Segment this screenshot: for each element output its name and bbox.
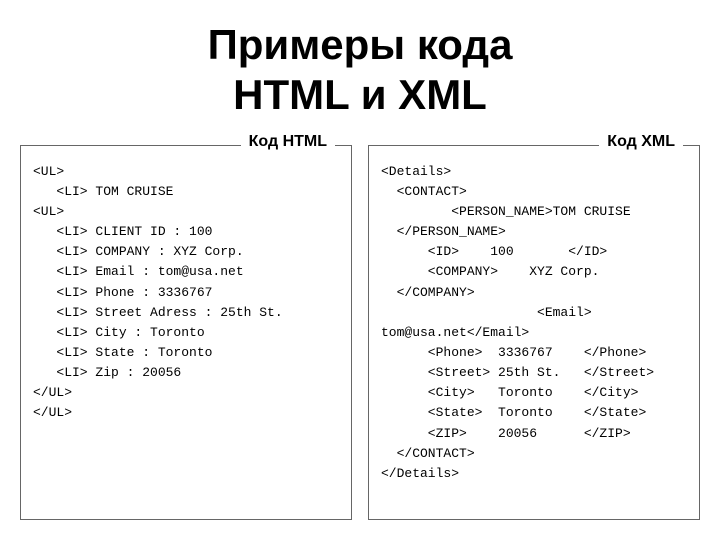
xml-code: <Details> <CONTACT> <PERSON_NAME>TOM CRU… — [381, 162, 687, 484]
xml-panel: Код XML <Details> <CONTACT> <PERSON_NAME… — [368, 145, 700, 520]
panels-container: Код HTML <UL> <LI> TOM CRUISE <UL> <LI> … — [20, 145, 700, 520]
html-panel: Код HTML <UL> <LI> TOM CRUISE <UL> <LI> … — [20, 145, 352, 520]
page-title: Примеры кода HTML и XML — [208, 20, 513, 121]
title-line1: Примеры кода — [208, 21, 513, 68]
title-line2: HTML и XML — [233, 71, 487, 118]
xml-panel-label: Код XML — [599, 133, 683, 151]
html-code: <UL> <LI> TOM CRUISE <UL> <LI> CLIENT ID… — [33, 162, 339, 424]
html-panel-label: Код HTML — [241, 133, 335, 151]
